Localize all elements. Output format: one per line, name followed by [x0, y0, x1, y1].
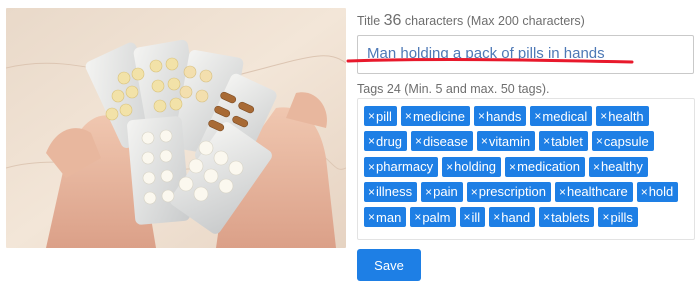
- remove-tag-icon[interactable]: ×: [464, 211, 471, 223]
- tag-chip-tablets[interactable]: × tablets: [539, 207, 595, 228]
- tag-chip-pharmacy[interactable]: × pharmacy: [364, 156, 439, 177]
- remove-tag-icon[interactable]: ×: [368, 110, 375, 122]
- tag-label: medical: [542, 108, 588, 124]
- tag-row: × drug × disease × vitamin × tablet × capsule: [364, 131, 694, 152]
- tag-label: healthcare: [566, 184, 628, 200]
- remove-tag-icon[interactable]: ×: [543, 135, 550, 147]
- tag-label: drug: [376, 133, 403, 149]
- tag-label: health: [608, 108, 644, 124]
- tag-label: disease: [423, 133, 468, 149]
- remove-tag-icon[interactable]: ×: [534, 110, 541, 122]
- tag-label: medicine: [412, 108, 465, 124]
- tag-label: pain: [433, 184, 458, 200]
- remove-tag-icon[interactable]: ×: [478, 110, 485, 122]
- tag-label: illness: [376, 184, 413, 200]
- remove-tag-icon[interactable]: ×: [368, 186, 375, 198]
- tag-chip-medication[interactable]: × medication: [505, 156, 585, 177]
- remove-tag-icon[interactable]: ×: [641, 186, 648, 198]
- title-input[interactable]: Man holding a pack of pills in hands: [346, 35, 694, 74]
- tag-label: holding: [454, 159, 497, 175]
- tag-chip-pill[interactable]: × pill: [364, 106, 397, 126]
- title-label-text: Title: [357, 14, 381, 28]
- remove-tag-icon[interactable]: ×: [368, 211, 375, 223]
- remove-tag-icon[interactable]: ×: [481, 135, 488, 147]
- remove-tag-icon[interactable]: ×: [509, 161, 516, 173]
- remove-tag-icon[interactable]: ×: [602, 211, 609, 223]
- tags-container[interactable]: × pill × medicine × hands × medical × health × drug…: [357, 98, 695, 240]
- tag-label: healthy: [600, 159, 643, 175]
- tag-label: medication: [517, 159, 580, 175]
- remove-tag-icon[interactable]: ×: [368, 135, 375, 147]
- remove-tag-icon[interactable]: ×: [415, 135, 422, 147]
- tag-row: × man × palm × ill × hand × tablets × pills: [364, 207, 694, 228]
- tag-label: pills: [610, 209, 633, 225]
- tag-label: pill: [376, 108, 392, 124]
- tag-chip-palm[interactable]: × palm: [410, 207, 456, 228]
- tag-label: palm: [422, 209, 451, 225]
- remove-tag-icon[interactable]: ×: [593, 161, 600, 173]
- tag-chip-disease[interactable]: × disease: [411, 131, 473, 152]
- tag-label: man: [376, 209, 402, 225]
- remove-tag-icon[interactable]: ×: [471, 186, 478, 198]
- tag-label: ill: [471, 209, 481, 225]
- tag-chip-man[interactable]: × man: [364, 207, 407, 228]
- tag-chip-healthy[interactable]: × healthy: [588, 156, 648, 177]
- stock-photo: [6, 8, 346, 248]
- title-char-limit: characters (Max 200 characters): [404, 14, 585, 28]
- tag-label: pharmacy: [376, 159, 434, 175]
- tag-label: capsule: [603, 133, 649, 149]
- title-label: Title 36 characters (Max 200 characters): [357, 12, 585, 30]
- tag-label: hold: [648, 184, 674, 200]
- tag-chip-capsule[interactable]: × capsule: [591, 131, 654, 152]
- tag-chip-healthcare[interactable]: × healthcare: [554, 181, 633, 202]
- tag-label: vitamin: [488, 133, 531, 149]
- tag-label: hands: [485, 108, 522, 124]
- tag-chip-hand[interactable]: × hand: [489, 207, 536, 228]
- tag-label: tablets: [551, 209, 590, 225]
- tag-row: × pharmacy × holding × medication × healthy: [364, 156, 694, 177]
- tag-chip-pain[interactable]: × pain: [421, 181, 463, 202]
- remove-tag-icon[interactable]: ×: [405, 110, 412, 122]
- tag-chip-medical[interactable]: × medical: [530, 106, 593, 126]
- tag-chip-hands[interactable]: × hands: [473, 106, 527, 126]
- tag-label: tablet: [551, 133, 583, 149]
- tag-chip-prescription[interactable]: × prescription: [466, 181, 551, 202]
- remove-tag-icon[interactable]: ×: [543, 211, 550, 223]
- tag-label: prescription: [478, 184, 546, 200]
- remove-tag-icon[interactable]: ×: [425, 186, 432, 198]
- red-underline-annotation: [346, 58, 634, 64]
- tag-row: × illness × pain × prescription × healthcare × ho…: [364, 181, 694, 202]
- tags-label: Tags 24 (Min. 5 and max. 50 tags).: [357, 82, 550, 96]
- tag-label: hand: [501, 209, 531, 225]
- save-button[interactable]: Save: [357, 249, 421, 281]
- remove-tag-icon[interactable]: ×: [600, 110, 607, 122]
- tag-chip-vitamin[interactable]: × vitamin: [476, 131, 536, 152]
- remove-tag-icon[interactable]: ×: [493, 211, 500, 223]
- tag-chip-medicine[interactable]: × medicine: [400, 106, 470, 126]
- remove-tag-icon[interactable]: ×: [596, 135, 603, 147]
- tag-chip-health[interactable]: × health: [596, 106, 649, 126]
- tag-chip-pills[interactable]: × pills: [598, 207, 638, 228]
- remove-tag-icon[interactable]: ×: [559, 186, 566, 198]
- remove-tag-icon[interactable]: ×: [414, 211, 421, 223]
- tag-chip-tablet[interactable]: × tablet: [539, 131, 588, 152]
- tag-chip-hold[interactable]: × hold: [636, 181, 679, 202]
- title-char-count: 36: [383, 12, 402, 29]
- remove-tag-icon[interactable]: ×: [368, 161, 375, 173]
- tag-chip-drug[interactable]: × drug: [364, 131, 408, 152]
- tag-chip-ill[interactable]: × ill: [459, 207, 486, 228]
- tag-row: × pill × medicine × hands × medical × health: [364, 106, 694, 126]
- remove-tag-icon[interactable]: ×: [446, 161, 453, 173]
- tag-chip-illness[interactable]: × illness: [364, 181, 418, 202]
- tag-chip-holding[interactable]: × holding: [442, 156, 502, 177]
